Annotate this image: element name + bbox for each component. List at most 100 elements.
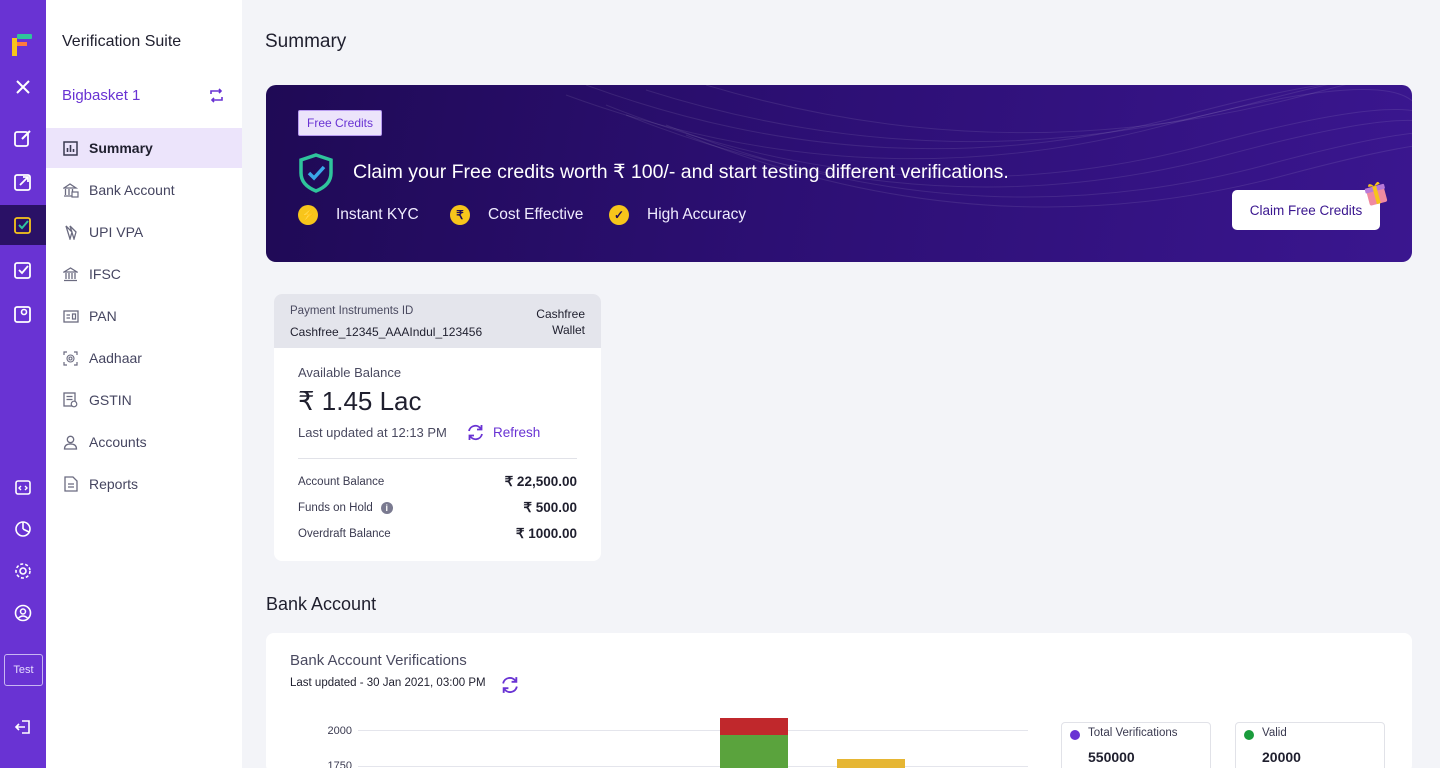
- sidebar: Verification Suite Bigbasket 1 Summary B…: [46, 0, 242, 768]
- balance-value: ₹ 500.00: [523, 500, 577, 515]
- balance-row-hold: Funds on Hold i ₹ 500.00: [298, 500, 577, 516]
- claim-free-credits-button[interactable]: Claim Free Credits: [1232, 190, 1380, 230]
- developer-icon[interactable]: [0, 467, 46, 507]
- bank-card-icon: [62, 182, 79, 199]
- balance-row-overdraft: Overdraft Balance ₹ 1000.00: [298, 526, 577, 542]
- document-icon: [62, 392, 79, 409]
- account-icon[interactable]: [0, 593, 46, 633]
- panel-last-updated: Last updated - 30 Jan 2021, 03:00 PM: [290, 677, 486, 689]
- chart-icon: [62, 140, 79, 157]
- sidebar-item-label: UPI VPA: [89, 224, 144, 240]
- id-card-icon: [62, 308, 79, 325]
- sidebar-item-bank-account[interactable]: Bank Account: [46, 170, 242, 210]
- bar-invalid-segment: [720, 718, 788, 735]
- legend-dot: [1244, 730, 1254, 740]
- sidebar-item-ifsc[interactable]: IFSC: [46, 254, 242, 294]
- sidebar-item-label: PAN: [89, 308, 117, 324]
- balance-value: ₹ 1000.00: [515, 526, 577, 541]
- gridlines: [358, 730, 1028, 767]
- edit-icon[interactable]: [0, 118, 46, 158]
- verifications-chart: 2000 1750: [328, 718, 1028, 768]
- sidebar-item-label: GSTIN: [89, 392, 132, 408]
- balance-label: Account Balance: [298, 476, 385, 488]
- analytics-icon[interactable]: [0, 509, 46, 549]
- stat-value: 550000: [1088, 749, 1135, 765]
- close-icon[interactable]: [0, 67, 46, 107]
- app-rail: Test: [0, 0, 46, 768]
- panel-title: Bank Account Verifications: [290, 652, 467, 669]
- verification-suite-icon[interactable]: [0, 205, 46, 245]
- wallet-card: Payment Instruments ID Cashfree_12345_AA…: [274, 294, 601, 561]
- stat-card-valid: Valid 20000: [1235, 722, 1385, 768]
- refresh-button[interactable]: Refresh: [466, 423, 540, 442]
- available-balance-amount: ₹ 1.45 Lac: [298, 386, 422, 416]
- payment-instrument-label: Payment Instruments ID: [290, 305, 414, 317]
- refresh-label: Refresh: [493, 425, 541, 440]
- panel-refresh-icon[interactable]: [500, 675, 520, 700]
- last-updated-text: Last updated at 12:13 PM: [298, 425, 447, 440]
- sidebar-item-aadhaar[interactable]: Aadhaar: [46, 338, 242, 378]
- upi-icon: [62, 224, 79, 241]
- export-icon[interactable]: [0, 162, 46, 202]
- stat-card-total: Total Verifications 550000: [1061, 722, 1211, 768]
- stat-value: 20000: [1262, 749, 1301, 765]
- bar-pending-segment: [837, 759, 905, 768]
- balance-row-account: Account Balance ₹ 22,500.00: [298, 474, 577, 490]
- checkmark-icon: ✓: [609, 205, 629, 225]
- shield-check-icon: [298, 153, 334, 198]
- sidebar-item-accounts[interactable]: Accounts: [46, 422, 242, 462]
- logout-icon[interactable]: [0, 707, 46, 747]
- balance-value: ₹ 22,500.00: [504, 474, 577, 489]
- rupee-icon: ₹: [450, 205, 470, 225]
- sidebar-item-label: Aadhaar: [89, 350, 142, 366]
- suite-title: Verification Suite: [62, 33, 182, 50]
- legend-dot: [1070, 730, 1080, 740]
- wallet-header: Payment Instruments ID Cashfree_12345_AA…: [274, 294, 601, 348]
- free-credits-badge: Free Credits: [298, 110, 383, 136]
- user-icon: [62, 434, 79, 451]
- settings-icon[interactable]: [0, 551, 46, 591]
- info-icon[interactable]: i: [380, 502, 393, 514]
- balance-label-wrap: Funds on Hold i: [298, 502, 393, 514]
- sidebar-item-label: IFSC: [89, 266, 121, 282]
- feature-cost-effective: ₹ Cost Effective: [450, 205, 583, 225]
- balance-label: Overdraft Balance: [298, 528, 391, 540]
- verify-icon[interactable]: [0, 250, 46, 290]
- sidebar-item-summary[interactable]: Summary: [46, 128, 242, 168]
- bar-valid-segment: [720, 735, 788, 768]
- gift-icon: [1362, 179, 1390, 212]
- banner-headline: Claim your Free credits worth ₹ 100/- an…: [353, 161, 1009, 183]
- feature-label: High Accuracy: [647, 206, 747, 223]
- sidebar-item-label: Summary: [89, 140, 153, 156]
- balance-label: Funds on Hold: [298, 502, 373, 514]
- sidebar-item-label: Accounts: [89, 434, 147, 450]
- feature-high-accuracy: ✓ High Accuracy: [609, 205, 746, 225]
- stat-label: Valid: [1262, 727, 1287, 739]
- sidebar-item-label: Bank Account: [89, 182, 175, 198]
- switch-merchant-icon[interactable]: [209, 88, 224, 108]
- profile-doc-icon[interactable]: [0, 294, 46, 334]
- sidebar-item-label: Reports: [89, 476, 139, 492]
- main-content: Summary Free Credits Claim your Free cre…: [242, 0, 1440, 768]
- sidebar-nav: Summary Bank Account UPI VPA IFSC PAN Aa…: [46, 128, 242, 506]
- refresh-icon: [468, 424, 483, 441]
- bank-icon: [62, 266, 79, 283]
- bank-account-section-title: Bank Account: [266, 594, 377, 614]
- free-credits-banner: Free Credits Claim your Free credits wor…: [266, 85, 1412, 262]
- y-tick-label: 2000: [328, 725, 352, 737]
- report-icon: [62, 476, 79, 493]
- logo-icon[interactable]: [0, 25, 46, 65]
- y-tick-label: 1750: [328, 760, 352, 768]
- sidebar-item-upi-vpa[interactable]: UPI VPA: [46, 212, 242, 252]
- wallet-type: Cashfree Wallet: [536, 307, 585, 337]
- test-mode-badge[interactable]: Test: [4, 654, 43, 686]
- sidebar-item-gstin[interactable]: GSTIN: [46, 380, 242, 420]
- feature-instant-kyc: ⚡ Instant KYC: [298, 205, 419, 225]
- merchant-name[interactable]: Bigbasket 1: [62, 87, 140, 104]
- available-balance-label: Available Balance: [298, 365, 402, 380]
- divider: [298, 458, 577, 459]
- sidebar-item-reports[interactable]: Reports: [46, 464, 242, 504]
- feature-label: Instant KYC: [336, 206, 419, 223]
- stat-label: Total Verifications: [1088, 727, 1178, 739]
- sidebar-item-pan[interactable]: PAN: [46, 296, 242, 336]
